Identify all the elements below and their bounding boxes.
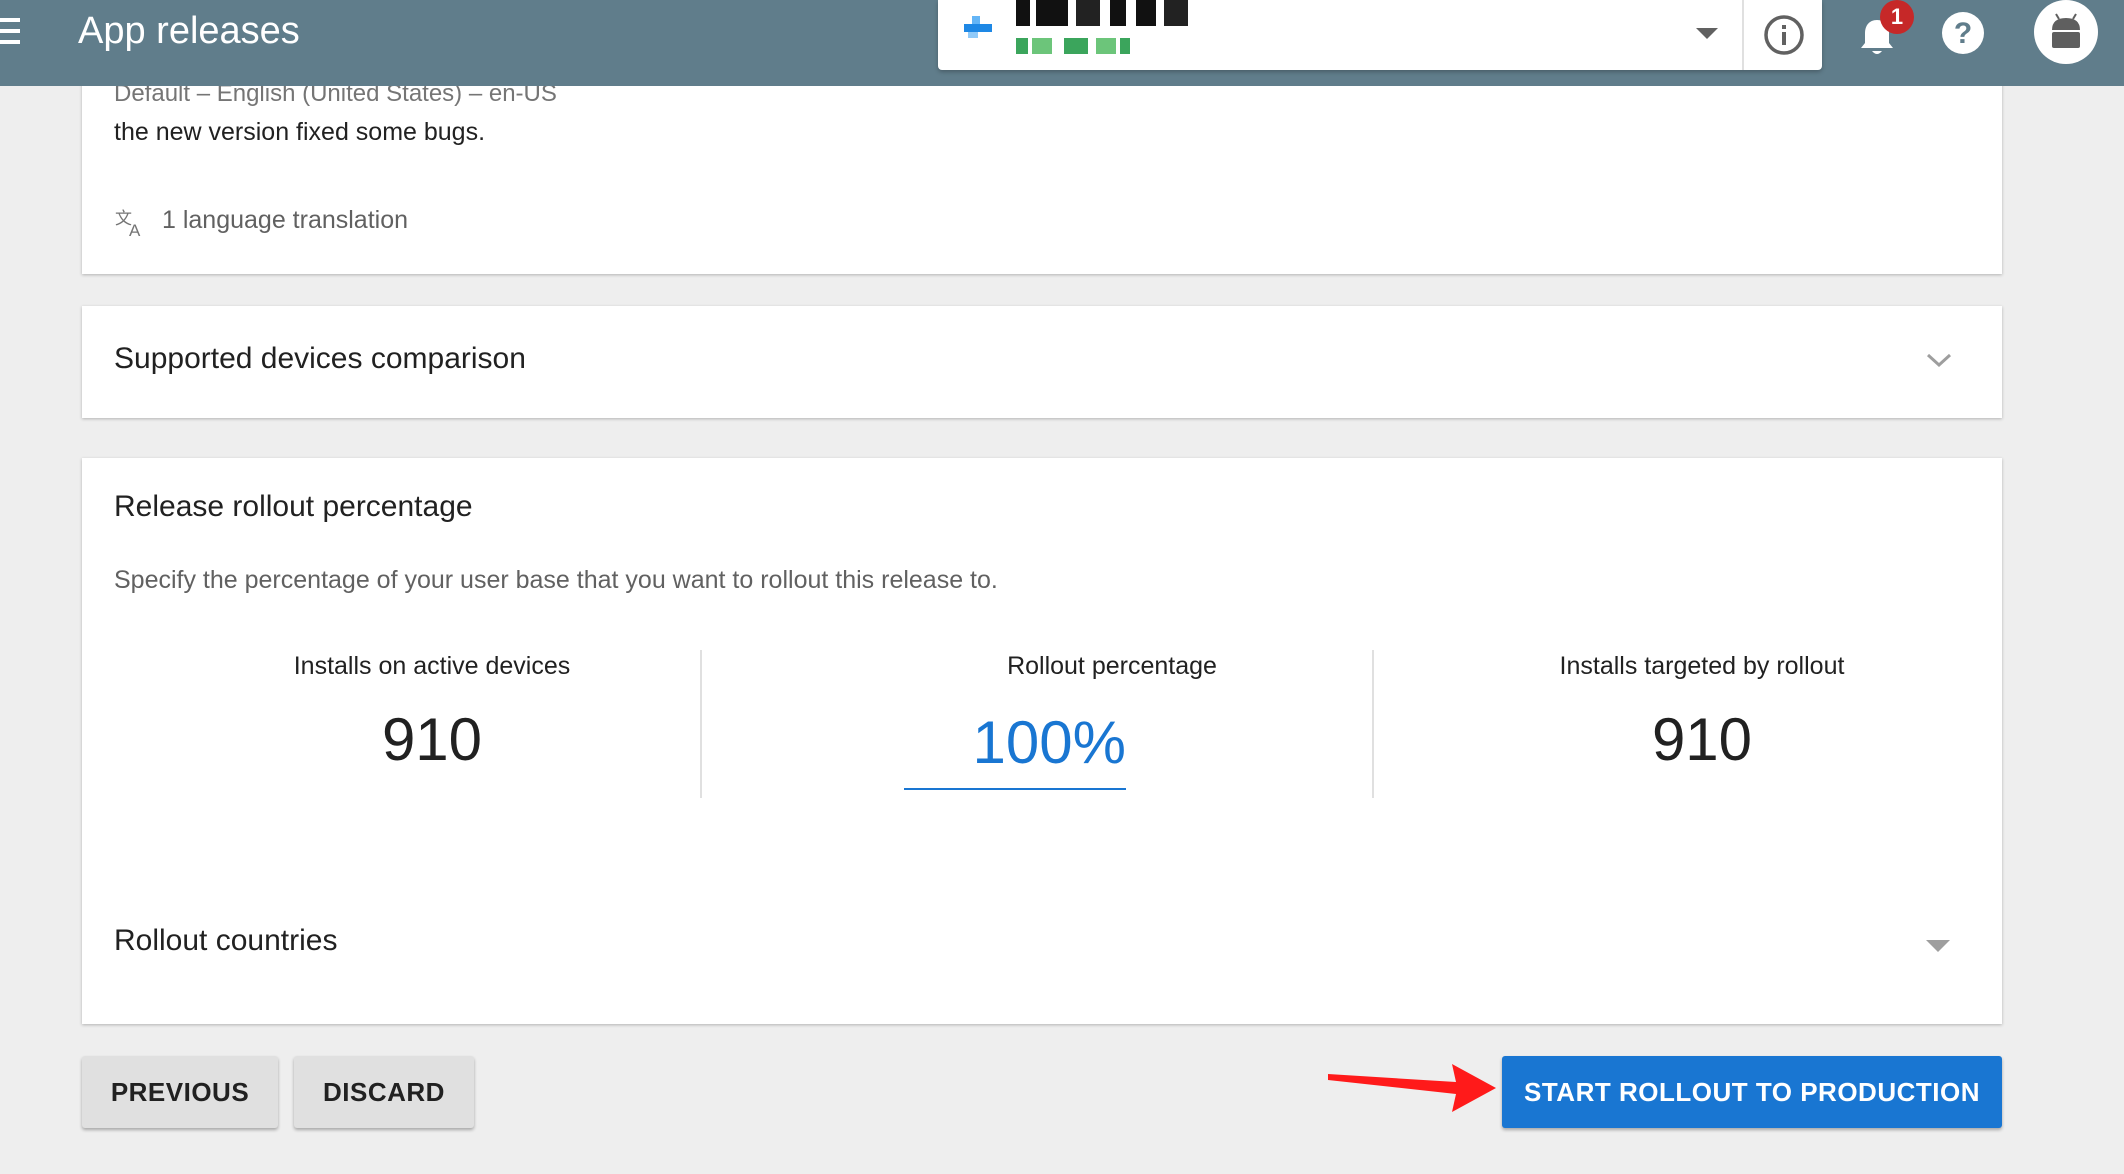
translation-count: 1 language translation — [162, 206, 409, 234]
installs-active-metric: Installs on active devices 910 — [182, 652, 682, 774]
dropdown-arrow-icon[interactable] — [1926, 940, 1950, 952]
previous-button[interactable]: PREVIOUS — [82, 1056, 278, 1128]
rollout-title: Release rollout percentage — [114, 490, 473, 523]
installs-targeted-value: 910 — [1651, 706, 1753, 773]
supported-devices-title: Supported devices comparison — [114, 342, 526, 375]
help-icon[interactable]: ? — [1940, 10, 1986, 56]
release-rollout-card: Release rollout percentage Specify the p… — [82, 458, 2002, 1024]
app-icon — [964, 16, 992, 38]
chevron-down-icon[interactable] — [1696, 28, 1718, 39]
translate-icon: 文 A — [115, 209, 141, 238]
svg-text:A: A — [129, 221, 141, 238]
discard-button[interactable]: DISCARD — [294, 1056, 474, 1128]
rollout-description: Specify the percentage of your user base… — [114, 566, 998, 594]
info-icon[interactable] — [1762, 13, 1806, 57]
start-rollout-button[interactable]: START ROLLOUT TO PRODUCTION — [1502, 1056, 2002, 1128]
rollout-countries-label[interactable]: Rollout countries — [114, 924, 337, 958]
avatar[interactable] — [2034, 0, 2098, 64]
metric-divider — [1372, 650, 1374, 798]
installs-active-value: 910 — [381, 706, 483, 773]
app-name-pixelated — [1016, 0, 1188, 26]
installs-targeted-label: Installs targeted by rollout — [1559, 652, 1845, 680]
release-notes-text: the new version fixed some bugs. — [114, 118, 486, 146]
selector-divider — [1742, 0, 1744, 70]
rollout-percentage-underline — [904, 788, 1126, 790]
rollout-percentage-value[interactable]: 100% — [904, 708, 1126, 777]
svg-text:?: ? — [1954, 17, 1972, 50]
app-selector[interactable] — [938, 0, 1822, 70]
rollout-percentage-metric: Rollout percentage — [862, 652, 1362, 681]
installs-active-label: Installs on active devices — [293, 652, 571, 680]
rollout-percentage-label: Rollout percentage — [1007, 652, 1217, 680]
supported-devices-card[interactable]: Supported devices comparison — [82, 306, 2002, 418]
android-avatar-icon — [2052, 13, 2080, 48]
top-app-bar: App releases 1 ? — [0, 0, 2124, 86]
red-arrow-annotation-icon — [1328, 1064, 1496, 1112]
chevron-down-icon[interactable] — [1924, 350, 1954, 370]
rollout-percentage-input[interactable]: 100% — [904, 708, 1126, 788]
app-id-pixelated — [1016, 38, 1130, 54]
page-title: App releases — [78, 10, 300, 52]
menu-icon[interactable] — [0, 18, 22, 44]
metric-divider — [700, 650, 702, 798]
notification-badge: 1 — [1880, 0, 1914, 34]
installs-targeted-metric: Installs targeted by rollout 910 — [1452, 652, 1952, 774]
